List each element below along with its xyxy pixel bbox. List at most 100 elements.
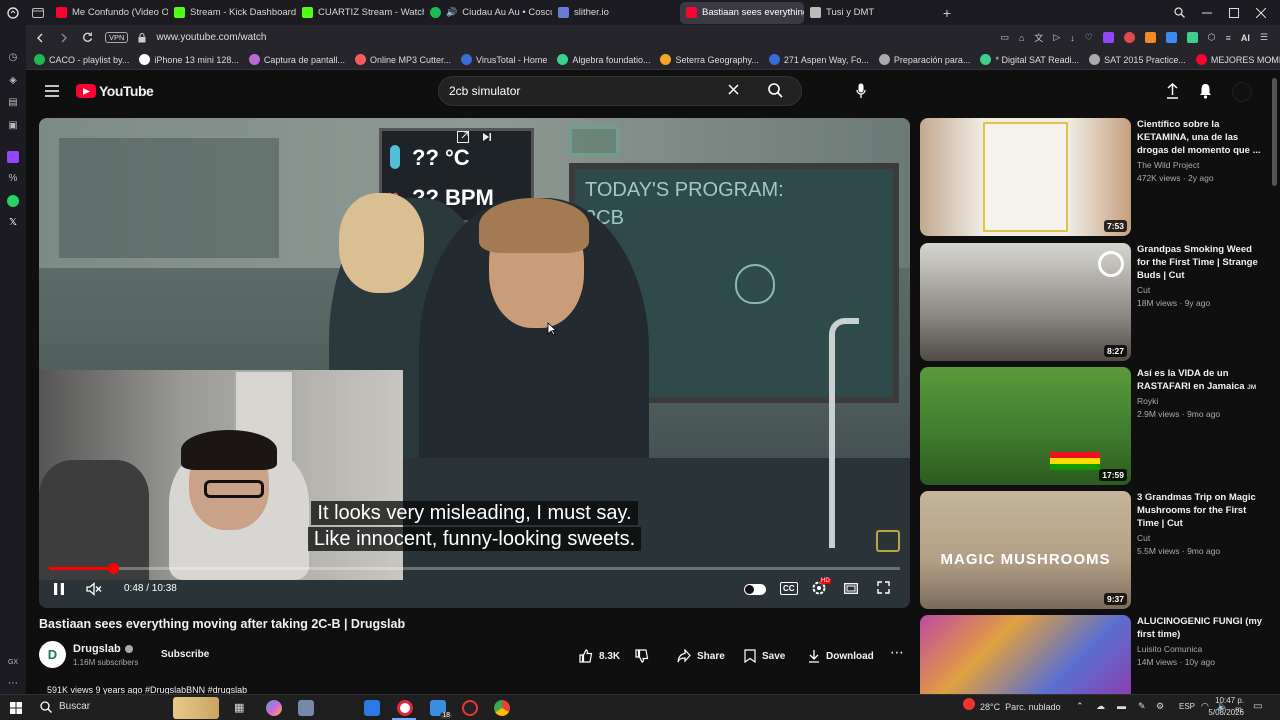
close-window-icon[interactable]: [1256, 7, 1266, 18]
twitch-icon[interactable]: [7, 151, 19, 163]
next-frame-icon[interactable]: [482, 132, 492, 142]
gaming-icon[interactable]: ◈: [7, 75, 19, 87]
vpn-badge[interactable]: VPN: [105, 32, 129, 43]
notifications-icon[interactable]: ▭: [1253, 701, 1262, 712]
mail-icon[interactable]: 18: [430, 700, 452, 719]
extension-twitch-icon[interactable]: [1102, 32, 1114, 43]
tab-4[interactable]: slither.io: [552, 2, 680, 24]
aria-ai-icon[interactable]: AI: [1241, 33, 1250, 43]
page-scrollbar[interactable]: [1272, 78, 1277, 186]
easy-setup-icon[interactable]: ≡: [1226, 33, 1231, 43]
bookmark-item[interactable]: Seterra Geography...: [660, 54, 759, 65]
settings-sliders-icon[interactable]: ☰: [1260, 32, 1268, 43]
taskbar-search-label[interactable]: Buscar: [59, 701, 90, 712]
search-input[interactable]: 2cb simulator: [438, 76, 802, 106]
cast-icon[interactable]: ▷: [1053, 32, 1060, 43]
recommendation-item[interactable]: ALUCINOGENIC FUNGI (my first time) Luisi…: [920, 615, 1270, 694]
percent-icon[interactable]: %: [7, 173, 19, 185]
tray-storage-icon[interactable]: ▬: [1117, 701, 1126, 711]
recommendation-thumbnail[interactable]: [920, 615, 1131, 694]
bookmark-item[interactable]: iPhone 13 mini 128...: [139, 54, 239, 65]
task-view-icon[interactable]: ▦: [234, 701, 244, 714]
tab-6[interactable]: Tusi y DMT: [804, 2, 932, 24]
browser-menu-icon[interactable]: [0, 0, 26, 25]
recommendation-item[interactable]: MAGIC MUSHROOMS 9:37 3 Grandmas Trip on …: [920, 491, 1270, 609]
tray-pen-icon[interactable]: ✎: [1138, 701, 1146, 712]
bookmark-item[interactable]: MEJORES MOMEN...: [1195, 54, 1280, 65]
tab-3[interactable]: 🔊 Ciudau Au Au • Coscu: [424, 2, 552, 24]
muted-volume-icon[interactable]: [86, 582, 102, 596]
bookmark-item[interactable]: Captura de pantall...: [248, 54, 345, 65]
snapshot-icon[interactable]: ▭: [1000, 32, 1009, 43]
news-icon[interactable]: ▤: [7, 97, 19, 109]
subscribe-button[interactable]: Subscribe: [149, 640, 221, 668]
opera-gx-icon[interactable]: [397, 700, 413, 716]
account-avatar[interactable]: [1232, 82, 1252, 102]
settings-gear-icon[interactable]: HD: [811, 578, 831, 596]
channel-avatar[interactable]: D: [39, 641, 66, 668]
tab-5-active[interactable]: Bastiaan sees everything×: [680, 1, 804, 24]
tray-chevron-icon[interactable]: ⌃: [1076, 701, 1084, 712]
bookmark-item[interactable]: VirusTotal - Home: [461, 54, 547, 65]
weather-text[interactable]: 28°C Parc. nublado: [980, 702, 1061, 712]
url-field[interactable]: www.youtube.com/watch: [156, 32, 266, 43]
chrome-icon[interactable]: [494, 700, 510, 716]
channel-name-row[interactable]: Drugslab: [73, 643, 133, 655]
tab-2[interactable]: CUARTIZ Stream - Watch L: [296, 2, 424, 24]
back-icon[interactable]: [36, 33, 44, 43]
save-button[interactable]: Save: [732, 642, 797, 670]
more-actions-icon[interactable]: ⋯: [890, 645, 904, 659]
pause-icon[interactable]: [53, 582, 65, 596]
extension-red-icon[interactable]: [1123, 32, 1135, 43]
whatsapp-icon[interactable]: [7, 195, 19, 207]
outlook-icon[interactable]: [364, 700, 380, 716]
speaker-icon[interactable]: 🔊: [446, 7, 457, 18]
app-red-circle-icon[interactable]: [462, 700, 478, 716]
progress-bar[interactable]: [49, 563, 900, 574]
bookmark-item[interactable]: Online MP3 Cutter...: [354, 54, 451, 65]
video-player[interactable]: ?? °C ?? BPM ♥ TODAY'S PROGRAM: 2CB It l…: [39, 118, 910, 608]
bookmark-item[interactable]: SAT 2015 Practice...: [1089, 54, 1186, 65]
recommendation-thumbnail[interactable]: MAGIC MUSHROOMS 9:37: [920, 491, 1131, 609]
recommendation-title[interactable]: Así es la VIDA de un RASTAFARI en Jamaic…: [1137, 367, 1267, 394]
bookmark-page-icon[interactable]: ⌂: [1019, 33, 1024, 43]
share-button[interactable]: Share: [665, 642, 737, 670]
history-icon[interactable]: ◷: [7, 52, 19, 64]
search-tabs-icon[interactable]: [1174, 7, 1185, 18]
reload-icon[interactable]: [82, 32, 93, 43]
clear-search-icon[interactable]: [728, 84, 739, 95]
bookmark-item[interactable]: Algebra foundatio...: [557, 54, 650, 65]
heart-icon[interactable]: ♡: [1085, 32, 1093, 43]
extension-green-icon[interactable]: [1186, 32, 1198, 43]
maximize-icon[interactable]: [1229, 7, 1239, 18]
more-bookmarks-icon[interactable]: ›: [1269, 54, 1272, 65]
taskbar-search-icon[interactable]: [40, 701, 52, 713]
subtitles-cc-button[interactable]: CC: [780, 582, 798, 595]
workspaces-icon[interactable]: [26, 7, 50, 18]
bookmark-item[interactable]: * Digital SAT Readi...: [980, 54, 1079, 65]
bookmark-item[interactable]: Preparación para...: [878, 54, 970, 65]
forward-icon[interactable]: [60, 33, 68, 43]
weather-alert-icon[interactable]: [963, 698, 975, 710]
more-options-icon[interactable]: ⋯: [7, 678, 19, 690]
gx-icon[interactable]: GX: [7, 657, 19, 669]
recommendation-item[interactable]: 7:53 Científico sobre la KETAMINA, una d…: [920, 118, 1270, 236]
autoplay-toggle[interactable]: [744, 584, 766, 595]
extension-blue-icon[interactable]: [1165, 32, 1177, 43]
recommendation-thumbnail[interactable]: 17:59: [920, 367, 1131, 485]
x-twitter-icon[interactable]: 𝕏: [7, 217, 19, 229]
messenger-icon[interactable]: ▣: [7, 120, 19, 132]
pip-icon[interactable]: [457, 131, 469, 143]
windows-start-icon[interactable]: [10, 702, 22, 714]
upload-icon[interactable]: [1166, 83, 1179, 99]
bookmark-item[interactable]: 271 Aspen Way, Fo...: [768, 54, 869, 65]
hamburger-menu-icon[interactable]: [45, 85, 59, 97]
recommendation-item[interactable]: 8:27 Grandpas Smoking Weed for the First…: [920, 243, 1270, 361]
microphone-icon[interactable]: [856, 83, 866, 99]
copilot-icon[interactable]: [266, 700, 282, 716]
new-tab-button[interactable]: +: [932, 5, 962, 21]
progress-scrubber[interactable]: [107, 563, 119, 574]
recommendation-item[interactable]: 17:59 Así es la VIDA de un RASTAFARI en …: [920, 367, 1270, 485]
recommendation-thumbnail[interactable]: 8:27: [920, 243, 1131, 361]
minimize-icon[interactable]: [1202, 8, 1212, 18]
